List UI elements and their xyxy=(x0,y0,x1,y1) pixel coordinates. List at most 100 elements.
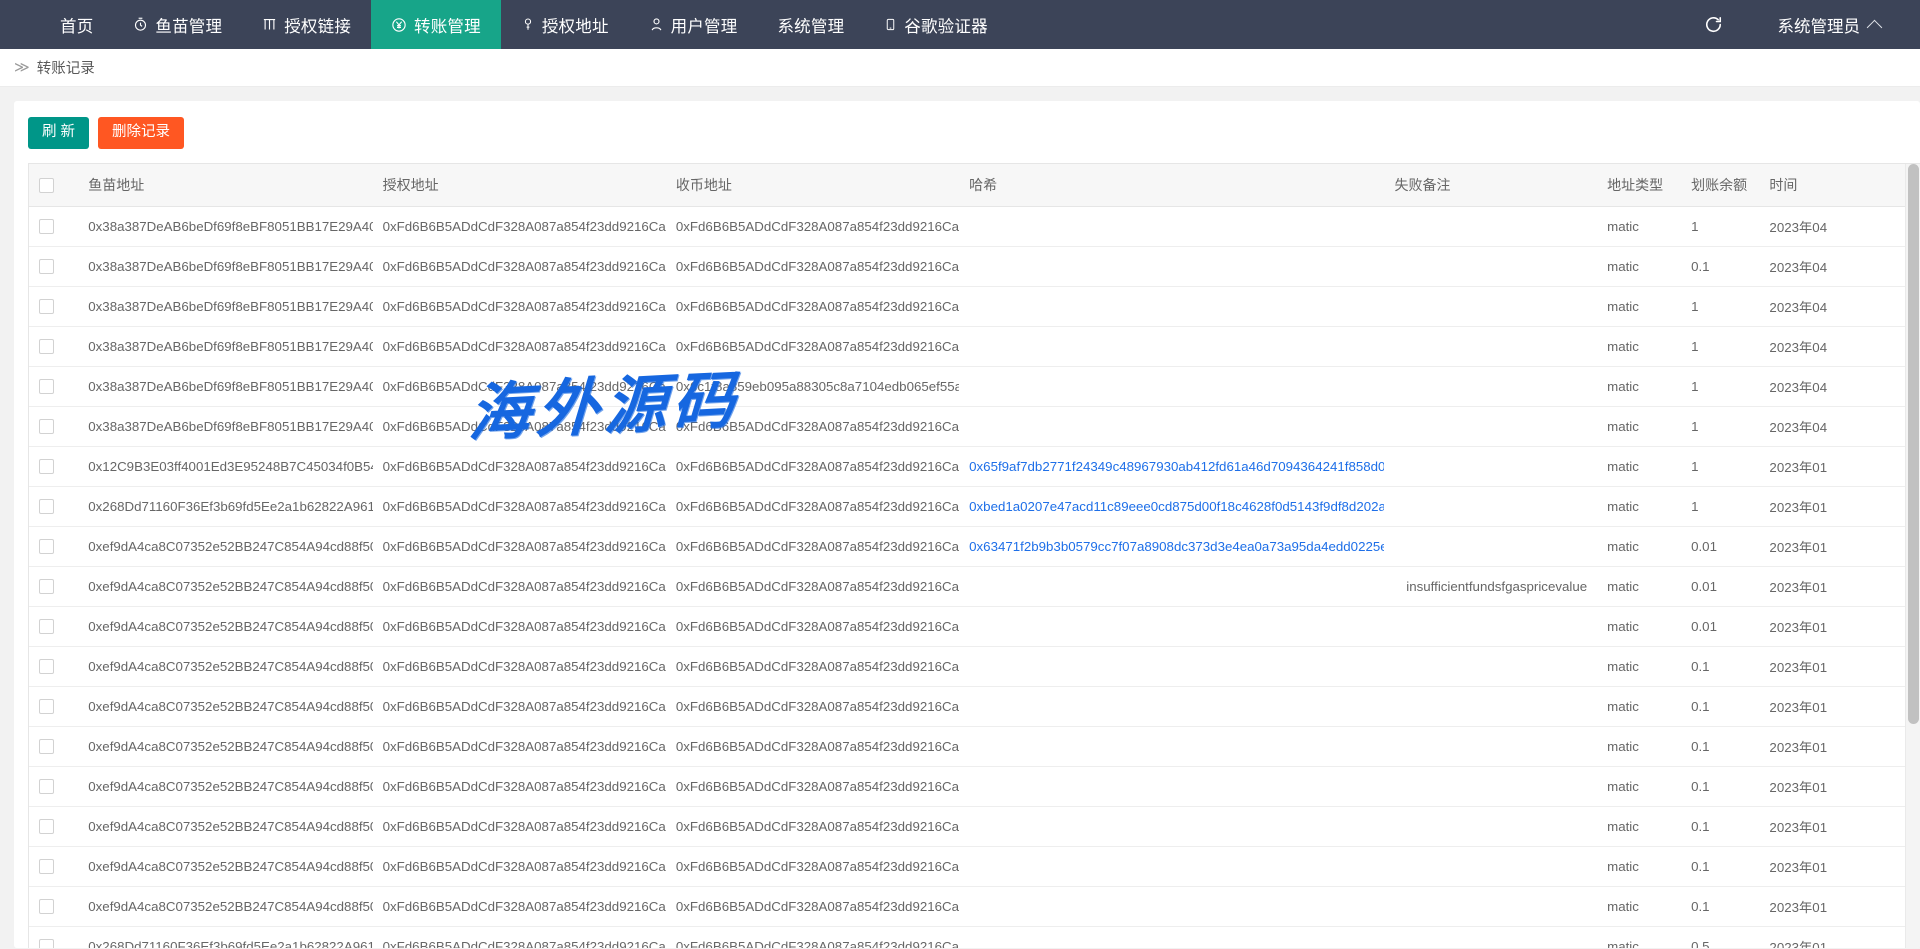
table-row[interactable]: 0x38a387DeAB6beDf69f8eBF8051BB17E29A4055… xyxy=(29,246,1905,286)
row-checkbox[interactable] xyxy=(39,419,54,434)
cell-hash[interactable]: 0x63471f2b9b3b0579cc7f07a8908dc373d3e4ea… xyxy=(959,526,1384,566)
table-row[interactable]: 0xef9dA4ca8C07352e52BB247C854A94cd88f50e… xyxy=(29,566,1905,606)
refresh-button[interactable]: 刷 新 xyxy=(28,117,89,149)
row-checkbox[interactable] xyxy=(39,579,54,594)
nav-item-7[interactable]: 系统管理 xyxy=(757,0,864,49)
cell-hash[interactable] xyxy=(959,646,1384,686)
table-row[interactable]: 0xef9dA4ca8C07352e52BB247C854A94cd88f50e… xyxy=(29,686,1905,726)
row-checkbox[interactable] xyxy=(39,619,54,634)
cell-receive-address: 0xFd6B6B5ADdCdF328A087a854f23dd9216Ca183… xyxy=(666,206,959,246)
row-checkbox[interactable] xyxy=(39,739,54,754)
table-row[interactable]: 0xef9dA4ca8C07352e52BB247C854A94cd88f50e… xyxy=(29,766,1905,806)
cell-hash[interactable] xyxy=(959,886,1384,926)
table-row[interactable]: 0xef9dA4ca8C07352e52BB247C854A94cd88f50e… xyxy=(29,526,1905,566)
header-auth-address[interactable]: 授权地址 xyxy=(373,164,666,207)
row-checkbox[interactable] xyxy=(39,899,54,914)
cell-hash[interactable] xyxy=(959,286,1384,326)
table-row[interactable]: 0xef9dA4ca8C07352e52BB247C854A94cd88f50e… xyxy=(29,726,1905,766)
row-checkbox[interactable] xyxy=(39,219,54,234)
table-row[interactable]: 0xef9dA4ca8C07352e52BB247C854A94cd88f50e… xyxy=(29,886,1905,926)
cell-receive-address: 0xFd6B6B5ADdCdF328A087a854f23dd9216Ca183… xyxy=(666,246,959,286)
row-checkbox[interactable] xyxy=(39,699,54,714)
select-all-checkbox[interactable] xyxy=(39,178,54,193)
nav-item-2[interactable]: 鱼苗管理 xyxy=(113,0,242,49)
header-transfer-balance[interactable]: 划账余额 xyxy=(1681,164,1759,207)
table-row[interactable]: 0xef9dA4ca8C07352e52BB247C854A94cd88f50e… xyxy=(29,806,1905,846)
nav-item-5[interactable]: 授权地址 xyxy=(501,0,629,49)
header-fish-address[interactable]: 鱼苗地址 xyxy=(78,164,372,207)
cell-hash[interactable] xyxy=(959,606,1384,646)
header-receive-address[interactable]: 收币地址 xyxy=(666,164,959,207)
cell-hash[interactable] xyxy=(959,806,1384,846)
row-select-cell xyxy=(29,566,78,606)
table-row[interactable]: 0x38a387DeAB6beDf69f8eBF8051BB17E29A4055… xyxy=(29,406,1905,446)
header-fail-note[interactable]: 失败备注 xyxy=(1384,164,1597,207)
table-row[interactable]: 0x268Dd71160F36Ef3b69fd5Ee2a1b62822A961C… xyxy=(29,486,1905,526)
cell-fail-note xyxy=(1384,246,1597,286)
table-row[interactable]: 0x38a387DeAB6beDf69f8eBF8051BB17E29A4055… xyxy=(29,366,1905,406)
cell-time: 2023年01 xyxy=(1759,926,1905,948)
user-menu[interactable]: 系统管理员 xyxy=(1734,13,1895,37)
refresh-icon[interactable] xyxy=(1694,0,1734,49)
nav-item-6[interactable]: 用户管理 xyxy=(629,0,758,49)
table-row[interactable]: 0xef9dA4ca8C07352e52BB247C854A94cd88f50e… xyxy=(29,606,1905,646)
cell-hash[interactable] xyxy=(959,926,1384,948)
row-checkbox[interactable] xyxy=(39,299,54,314)
hash-link[interactable]: 0x65f9af7db2771f24349c48967930ab412fd61a… xyxy=(969,459,1384,474)
cell-hash[interactable] xyxy=(959,246,1384,286)
cell-transfer-balance: 0.1 xyxy=(1681,726,1759,766)
cell-hash[interactable] xyxy=(959,846,1384,886)
row-checkbox[interactable] xyxy=(39,339,54,354)
header-time[interactable]: 时间 xyxy=(1759,164,1905,207)
delete-records-button[interactable]: 删除记录 xyxy=(98,117,184,149)
row-checkbox[interactable] xyxy=(39,459,54,474)
nav-item-1[interactable]: 首页 xyxy=(40,0,113,49)
chevron-up-icon xyxy=(1867,20,1883,36)
cell-address-type: matic xyxy=(1597,246,1681,286)
header-address-type[interactable]: 地址类型 xyxy=(1597,164,1681,207)
cell-hash[interactable] xyxy=(959,766,1384,806)
table-row[interactable]: 0xef9dA4ca8C07352e52BB247C854A94cd88f50e… xyxy=(29,846,1905,886)
header-hash[interactable]: 哈希 xyxy=(959,164,1384,207)
cell-hash[interactable] xyxy=(959,326,1384,366)
cell-hash[interactable] xyxy=(959,206,1384,246)
table-row[interactable]: 0x38a387DeAB6beDf69f8eBF8051BB17E29A4055… xyxy=(29,326,1905,366)
table-row[interactable]: 0xef9dA4ca8C07352e52BB247C854A94cd88f50e… xyxy=(29,646,1905,686)
table-row[interactable]: 0x38a387DeAB6beDf69f8eBF8051BB17E29A4055… xyxy=(29,286,1905,326)
cell-transfer-balance: 1 xyxy=(1681,406,1759,446)
row-checkbox[interactable] xyxy=(39,779,54,794)
row-checkbox[interactable] xyxy=(39,259,54,274)
hash-link[interactable]: 0x63471f2b9b3b0579cc7f07a8908dc373d3e4ea… xyxy=(969,539,1384,554)
cell-hash[interactable] xyxy=(959,366,1384,406)
table-row[interactable]: 0x268Dd71160F36Ef3b69fd5Ee2a1b62822A961C… xyxy=(29,926,1905,948)
table-row[interactable]: 0x12C9B3E03ff4001Ed3E95248B7C45034f0B542… xyxy=(29,446,1905,486)
table-vertical-scrollbar[interactable] xyxy=(1905,164,1920,948)
cell-transfer-balance: 0.1 xyxy=(1681,806,1759,846)
hash-link[interactable]: 0xbed1a0207e47acd11c89eee0cd875d00f18c46… xyxy=(969,499,1384,514)
row-checkbox[interactable] xyxy=(39,859,54,874)
cell-auth-address: 0xFd6B6B5ADdCdF328A087a854f23dd9216Ca183… xyxy=(373,686,666,726)
cell-hash[interactable]: 0xbed1a0207e47acd11c89eee0cd875d00f18c46… xyxy=(959,486,1384,526)
nav-item-4[interactable]: 转账管理 xyxy=(371,0,501,49)
row-checkbox[interactable] xyxy=(39,659,54,674)
cell-fish-address: 0xef9dA4ca8C07352e52BB247C854A94cd88f50e… xyxy=(78,606,372,646)
nav-item-8[interactable]: 谷歌验证器 xyxy=(864,0,1008,49)
row-checkbox[interactable] xyxy=(39,499,54,514)
cell-time: 2023年01 xyxy=(1759,446,1905,486)
cell-hash[interactable] xyxy=(959,726,1384,766)
table-row[interactable]: 0x38a387DeAB6beDf69f8eBF8051BB17E29A4055… xyxy=(29,206,1905,246)
row-checkbox[interactable] xyxy=(39,819,54,834)
cell-hash[interactable] xyxy=(959,686,1384,726)
row-select-cell xyxy=(29,206,78,246)
row-checkbox[interactable] xyxy=(39,539,54,554)
cell-fail-note xyxy=(1384,806,1597,846)
cell-transfer-balance: 0.01 xyxy=(1681,566,1759,606)
cell-hash[interactable] xyxy=(959,566,1384,606)
row-checkbox[interactable] xyxy=(39,939,54,948)
row-checkbox[interactable] xyxy=(39,379,54,394)
cell-time: 2023年01 xyxy=(1759,766,1905,806)
cell-hash[interactable] xyxy=(959,406,1384,446)
scrollbar-thumb[interactable] xyxy=(1908,164,1919,724)
nav-item-3[interactable]: 授权链接 xyxy=(242,0,371,49)
cell-hash[interactable]: 0x65f9af7db2771f24349c48967930ab412fd61a… xyxy=(959,446,1384,486)
